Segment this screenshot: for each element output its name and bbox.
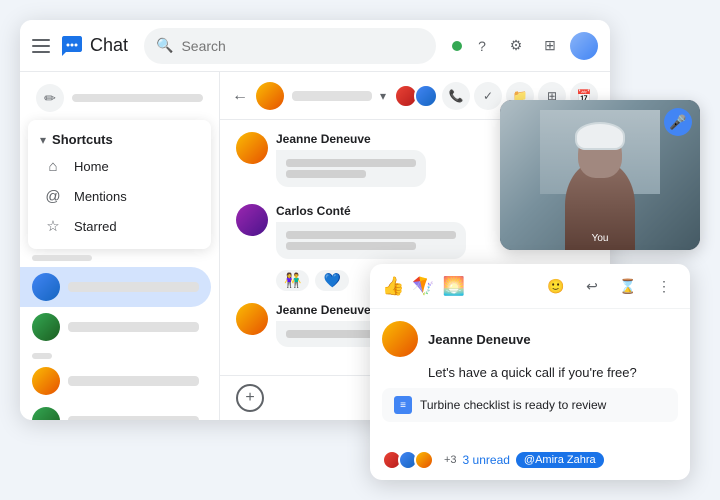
- attachment-label: Turbine checklist: [420, 398, 510, 412]
- sidebar-item-4[interactable]: [20, 401, 211, 420]
- notification-attachment[interactable]: ≡ Turbine checklist is ready to review: [382, 388, 678, 422]
- footer-avatar-3: [414, 450, 434, 470]
- sunrise-emoji[interactable]: 🌅: [443, 276, 465, 297]
- sidebar-top: ✏: [20, 80, 219, 116]
- group-avatars: [394, 84, 438, 108]
- footer-avatars: [382, 450, 434, 470]
- shortcuts-section: ▾ Shortcuts ⌂ Home @ Mentions ☆ Starred: [28, 120, 211, 249]
- mentions-label: Mentions: [74, 189, 127, 204]
- notification-sender-name: Jeanne Deneuve: [428, 332, 531, 347]
- status-indicator: [452, 41, 462, 51]
- search-bar[interactable]: 🔍: [144, 28, 436, 64]
- contact-avatar-1: [32, 273, 60, 301]
- notification-popup: 👍 🪁 🌅 🙂 ↩ ⌛ ⋮ Jeanne Deneuve Let's have …: [370, 264, 690, 480]
- msg-line-1: [286, 159, 416, 167]
- sidebar: ✏ ▾ Shortcuts ⌂ Home @ Mentions: [20, 72, 220, 420]
- msg-line-3: [286, 231, 456, 239]
- check-icon[interactable]: ✓: [474, 82, 502, 110]
- chat-contact-name: [292, 91, 372, 101]
- snooze-button[interactable]: ⌛: [614, 272, 642, 300]
- compose-icon[interactable]: ✏: [36, 84, 64, 112]
- apps-icon[interactable]: ⊞: [536, 32, 564, 60]
- contact-avatar-2: [32, 313, 60, 341]
- attachment-text: Turbine checklist is ready to review: [420, 398, 606, 412]
- home-icon: ⌂: [44, 157, 62, 175]
- sidebar-items: [20, 263, 219, 420]
- help-icon[interactable]: ?: [468, 32, 496, 60]
- sidebar-item-2[interactable]: [20, 307, 211, 347]
- contact-dropdown-icon[interactable]: ▾: [380, 89, 386, 103]
- doc-icon: ≡: [394, 396, 412, 414]
- scene: Chat 🔍 ? ⚙ ⊞ ✏: [20, 20, 700, 480]
- add-button[interactable]: +: [236, 384, 264, 412]
- back-button[interactable]: ←: [232, 87, 248, 105]
- user-avatar[interactable]: [570, 32, 598, 60]
- reaction-1[interactable]: 👫: [276, 270, 309, 291]
- chat-logo: Chat: [60, 34, 128, 58]
- home-label: Home: [74, 159, 109, 174]
- msg-avatar-2: [236, 204, 268, 236]
- app-title: Chat: [90, 35, 128, 56]
- sidebar-item-1[interactable]: [20, 267, 211, 307]
- notification-toolbar: 👍 🪁 🌅 🙂 ↩ ⌛ ⋮: [370, 264, 690, 309]
- star-icon: ☆: [44, 217, 62, 235]
- video-background: 🎤 You: [500, 100, 700, 250]
- video-label: You: [592, 233, 609, 244]
- chat-logo-icon: [60, 34, 84, 58]
- search-icon: 🔍: [156, 37, 173, 54]
- shortcuts-header[interactable]: ▾ Shortcuts: [28, 128, 211, 151]
- sidebar-item-3[interactable]: [20, 361, 211, 401]
- sidebar-item-mentions[interactable]: @ Mentions: [28, 181, 211, 211]
- top-bar-actions: ? ⚙ ⊞: [452, 32, 598, 60]
- notification-message: Let's have a quick call if you're free?: [382, 365, 678, 380]
- notification-avatar: [382, 321, 418, 357]
- unread-label: 3 unread: [463, 453, 510, 467]
- notification-body: Jeanne Deneuve Let's have a quick call i…: [370, 309, 690, 444]
- msg-line-2: [286, 170, 366, 178]
- contact-name-1: [68, 282, 199, 292]
- mention-tag[interactable]: @Amira Zahra: [516, 452, 604, 468]
- sidebar-item-starred[interactable]: ☆ Starred: [28, 211, 211, 241]
- phone-icon[interactable]: 📞: [442, 82, 470, 110]
- menu-icon[interactable]: [32, 36, 52, 56]
- settings-icon[interactable]: ⚙: [502, 32, 530, 60]
- msg-avatar-1: [236, 132, 268, 164]
- video-mic-button[interactable]: 🎤: [664, 108, 692, 136]
- contact-name-3: [68, 376, 199, 386]
- video-overlay: 🎤 You: [500, 100, 700, 250]
- sidebar-item-home[interactable]: ⌂ Home: [28, 151, 211, 181]
- msg-bubble-1: [276, 150, 426, 187]
- emoji-picker-button[interactable]: 🙂: [542, 272, 570, 300]
- msg-avatar-3: [236, 303, 268, 335]
- reaction-2[interactable]: 💙: [315, 270, 348, 291]
- more-options-button[interactable]: ⋮: [650, 272, 678, 300]
- shortcuts-label: Shortcuts: [52, 132, 113, 147]
- contact-avatar-3: [32, 367, 60, 395]
- kite-emoji[interactable]: 🪁: [412, 276, 434, 297]
- msg-line-4: [286, 242, 416, 250]
- chevron-icon: ▾: [40, 133, 46, 147]
- notification-footer: +3 3 unread @Amira Zahra: [370, 444, 690, 480]
- reply-button[interactable]: ↩: [578, 272, 606, 300]
- contact-avatar-4: [32, 407, 60, 420]
- contact-name-4: [68, 416, 199, 420]
- video-person-container: [540, 110, 660, 250]
- top-bar: Chat 🔍 ? ⚙ ⊞: [20, 20, 610, 72]
- notification-sender-row: Jeanne Deneuve: [382, 321, 678, 357]
- group-avatar-2: [414, 84, 438, 108]
- contact-name-2: [68, 322, 199, 332]
- chat-contact-avatar: [256, 82, 284, 110]
- thumbs-up-emoji[interactable]: 👍: [382, 276, 404, 297]
- attachment-suffix: is ready to review: [510, 398, 607, 412]
- msg-bubble-2: [276, 222, 466, 259]
- starred-label: Starred: [74, 219, 117, 234]
- mentions-icon: @: [44, 187, 62, 205]
- search-input[interactable]: [181, 28, 424, 64]
- footer-count: +3: [444, 454, 457, 466]
